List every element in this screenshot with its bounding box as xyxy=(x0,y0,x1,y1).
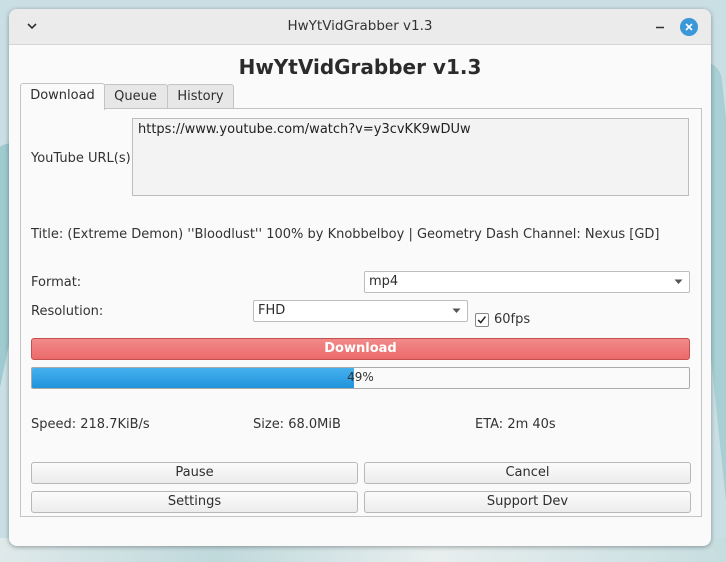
format-select[interactable]: mp4 xyxy=(364,271,690,293)
resolution-value: FHD xyxy=(258,303,286,318)
minimize-icon[interactable] xyxy=(651,18,669,36)
close-button[interactable] xyxy=(680,18,698,36)
cancel-button[interactable]: Cancel xyxy=(364,462,691,484)
format-value: mp4 xyxy=(369,274,399,289)
format-label: Format: xyxy=(31,275,82,290)
progress-text: 49% xyxy=(347,370,374,384)
pause-button[interactable]: Pause xyxy=(31,462,358,484)
dropdown-arrow-icon xyxy=(452,308,461,313)
resolution-select[interactable]: FHD xyxy=(253,300,468,322)
url-input[interactable]: https://www.youtube.com/watch?v=y3cvKK9w… xyxy=(132,118,689,196)
close-icon xyxy=(685,23,693,31)
dropdown-arrow-icon xyxy=(674,279,683,284)
fps-checkbox[interactable] xyxy=(475,313,489,327)
tab-history[interactable]: History xyxy=(167,84,234,109)
check-icon xyxy=(477,316,487,324)
fps-label: 60fps xyxy=(494,312,531,327)
title-bar[interactable]: HwYtVidGrabber v1.3 xyxy=(9,9,711,45)
app-heading: HwYtVidGrabber v1.3 xyxy=(238,55,482,79)
resolution-label: Resolution: xyxy=(31,304,104,319)
eta-text: ETA: 2m 40s xyxy=(475,417,556,432)
tab-queue[interactable]: Queue xyxy=(103,84,168,109)
size-text: Size: 68.0MiB xyxy=(253,417,341,432)
tab-download[interactable]: Download xyxy=(20,83,105,110)
video-info: Title: (Extreme Demon) ''Bloodlust'' 100… xyxy=(31,227,660,242)
window-title: HwYtVidGrabber v1.3 xyxy=(287,18,433,34)
url-label: YouTube URL(s): xyxy=(31,151,136,166)
download-button[interactable]: Download xyxy=(31,338,690,360)
app-window: HwYtVidGrabber v1.3 HwYtVidGrabber v1.3 … xyxy=(9,9,711,546)
download-panel: YouTube URL(s): https://www.youtube.com/… xyxy=(20,108,702,517)
download-progress: 49% xyxy=(31,367,690,389)
settings-button[interactable]: Settings xyxy=(31,491,358,513)
speed-text: Speed: 218.7KiB/s xyxy=(31,417,150,432)
support-dev-button[interactable]: Support Dev xyxy=(364,491,691,513)
